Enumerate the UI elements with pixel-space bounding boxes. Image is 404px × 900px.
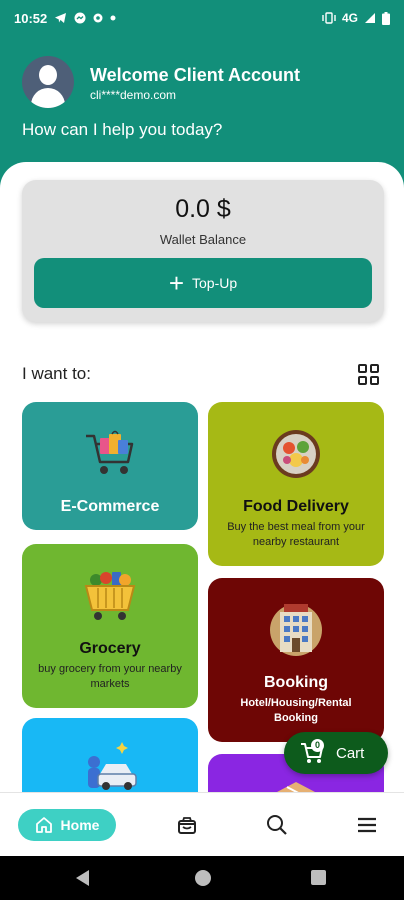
tile-title-food: Food Delivery xyxy=(243,498,349,515)
system-nav-bar xyxy=(0,856,404,900)
back-icon[interactable] xyxy=(76,870,89,886)
user-email: cli****demo.com xyxy=(90,88,177,102)
search-icon[interactable] xyxy=(265,813,289,837)
topup-label: Top-Up xyxy=(192,275,238,291)
system-home-icon[interactable] xyxy=(195,870,211,886)
topup-button[interactable]: + Top-Up xyxy=(34,258,372,308)
cart-label: Cart xyxy=(336,744,365,762)
network-type: 4G xyxy=(341,11,358,25)
ecommerce-tile[interactable]: E-Commerce xyxy=(22,402,198,530)
cart-count-badge: 0 xyxy=(311,739,324,752)
tile-subtitle-grocery: buy grocery from your nearby markets xyxy=(38,663,182,690)
hotel-building-icon xyxy=(270,604,322,656)
signal-icon xyxy=(365,13,375,23)
welcome-title: Welcome Client Account xyxy=(90,65,301,85)
cart-button[interactable]: 0 Cart xyxy=(284,732,388,774)
messenger-icon xyxy=(74,12,86,24)
app-notification-icon xyxy=(93,13,103,23)
grocery-basket-icon xyxy=(84,572,136,620)
tile-title-booking: Booking xyxy=(264,674,328,691)
grid-view-icon[interactable] xyxy=(358,364,380,386)
shopping-cart-icon xyxy=(86,430,134,474)
menu-icon[interactable] xyxy=(355,813,379,837)
tile-title-ecommerce: E-Commerce xyxy=(60,498,160,515)
recent-apps-icon[interactable] xyxy=(311,870,326,885)
avatar-body xyxy=(31,88,65,108)
services-heading: I want to: xyxy=(22,364,91,383)
nav-home[interactable]: Home xyxy=(18,809,116,841)
battery-icon xyxy=(382,11,390,25)
wallet-card: 0.0 $ Wallet Balance + Top-Up xyxy=(22,180,384,322)
food-delivery-tile[interactable]: Food Delivery Buy the best meal from you… xyxy=(208,402,384,566)
avatar-head xyxy=(39,65,57,85)
tile-subtitle-booking: Hotel/Housing/Rental Booking xyxy=(240,697,352,724)
tile-title-grocery: Grocery xyxy=(79,640,141,657)
home-icon xyxy=(35,817,52,833)
status-bar: 10:52 4G xyxy=(0,0,404,36)
wallet-amount: 0.0 $ xyxy=(175,195,231,223)
food-bowl-icon xyxy=(272,430,320,478)
avatar[interactable] xyxy=(22,56,74,108)
app-screen: 10:52 4G Welcome Client Account cli****d… xyxy=(0,0,404,900)
tile-subtitle-food: Buy the best meal from your nearby resta… xyxy=(227,521,365,548)
bottom-nav: Home xyxy=(0,792,404,856)
status-time: 10:52 xyxy=(14,10,48,26)
nav-home-label: Home xyxy=(60,817,100,833)
dot-icon xyxy=(110,15,116,21)
car-ride-icon xyxy=(88,742,137,790)
plus-icon: + xyxy=(168,268,185,298)
grocery-tile[interactable]: Grocery buy grocery from your nearby mar… xyxy=(22,544,198,708)
bag-icon[interactable] xyxy=(175,813,199,837)
telegram-icon xyxy=(55,13,67,23)
booking-tile[interactable]: Booking Hotel/Housing/Rental Booking xyxy=(208,578,384,742)
vibrate-icon xyxy=(322,12,336,24)
wallet-label: Wallet Balance xyxy=(159,232,247,247)
help-prompt: How can I help you today? xyxy=(22,120,223,139)
